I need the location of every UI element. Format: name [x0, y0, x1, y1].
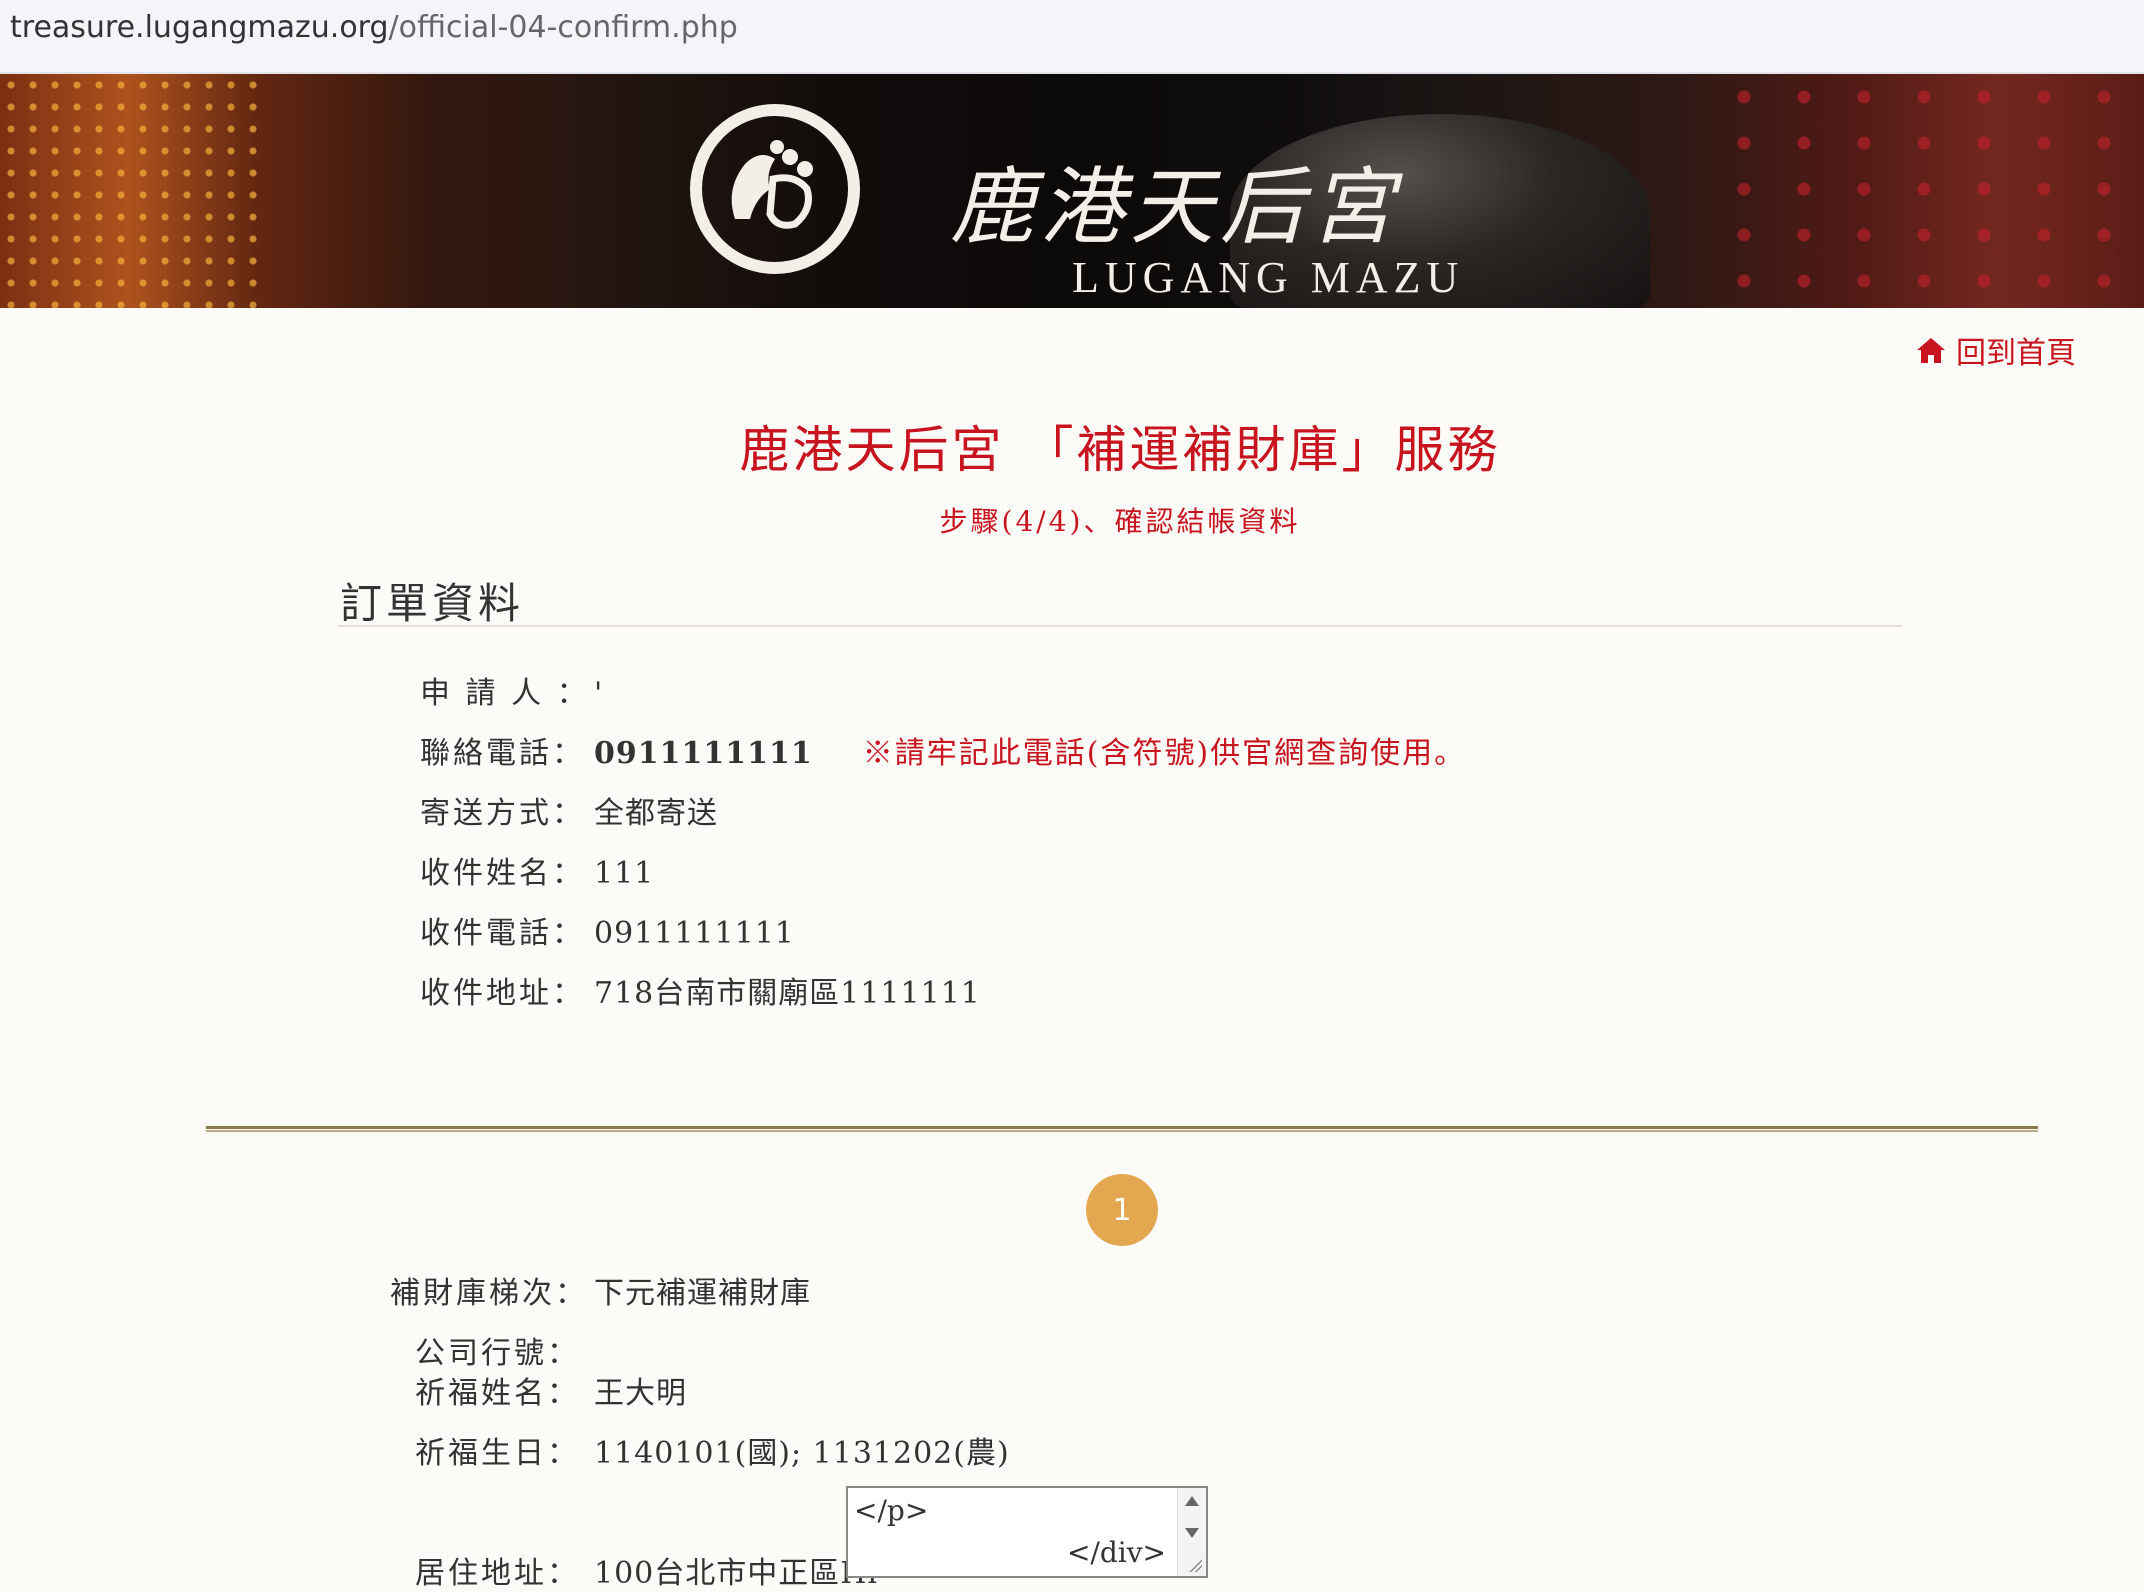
session-value: 下元補運補財庫: [594, 1276, 811, 1311]
home-link-label: 回到首頁: [1956, 336, 2076, 371]
textarea-line-1: </p>: [854, 1494, 929, 1527]
field-label: 補財庫梯次：: [390, 1276, 588, 1311]
banner-lanterns-left: [0, 74, 260, 308]
logo-english-text: LUGANG MAZU: [1072, 253, 1465, 302]
browser-address-bar[interactable]: treasure.lugangmazu.org/official-04-conf…: [0, 0, 2144, 74]
order-section-heading: 訂單資料: [340, 579, 525, 628]
field-label: 收件電話：: [420, 916, 585, 951]
url-text[interactable]: treasure.lugangmazu.org/official-04-conf…: [10, 10, 738, 45]
field-label: 收件地址：: [420, 976, 585, 1011]
section-divider: [338, 625, 1902, 627]
field-label: 居住地址：: [415, 1556, 580, 1591]
home-link[interactable]: 回到首頁: [1916, 328, 2076, 372]
page-title: 鹿港天后宮 「補運補財庫」服務: [739, 421, 1501, 479]
scroll-up-arrow-icon[interactable]: [1185, 1496, 1199, 1506]
recipient-name-value: 111: [594, 856, 655, 891]
birthday-value: 1140101(國); 1131202(農): [594, 1436, 1010, 1471]
home-icon: [1917, 338, 1945, 363]
birthday-row: 祈福生日： 1140101(國); 1131202(農): [390, 1428, 1010, 1472]
contact-phone-row: 聯絡電話： 0911111111 ※請牢記此電話(含符號)供官網查詢使用。: [420, 728, 1466, 772]
field-label: 祈福姓名：: [415, 1376, 580, 1411]
delivery-method-row: 寄送方式： 全都寄送: [420, 788, 718, 832]
url-path: /official-04-confirm.php: [388, 10, 738, 45]
applicant-row: 申 請 人 ： ': [420, 668, 603, 712]
step-indicator: 步驟(4/4)、確認結帳資料: [939, 505, 1301, 538]
field-label: 申 請 人 ：: [420, 676, 590, 711]
url-host: treasure.lugangmazu.org: [10, 10, 389, 45]
residence-address-value: 100台北市中正區Hi: [594, 1556, 879, 1591]
field-label: 寄送方式：: [420, 796, 585, 831]
recipient-name-row: 收件姓名： 111: [420, 848, 654, 892]
blessing-name-row: 祈福姓名： 王大明: [390, 1368, 687, 1412]
session-row: 補財庫梯次： 下元補運補財庫: [390, 1268, 811, 1312]
resize-grip-icon[interactable]: [1188, 1558, 1202, 1572]
recipient-address-row: 收件地址： 718台南市關廟區1111111: [420, 968, 981, 1012]
contact-phone-value: 0911111111: [594, 736, 813, 771]
injected-textarea[interactable]: </p> </div>: [846, 1486, 1208, 1578]
mazu-logo-icon: [690, 104, 860, 274]
site-banner: 鹿港天后宮 LUGANG MAZU: [0, 74, 2144, 308]
field-label: 收件姓名：: [420, 856, 585, 891]
recipient-phone-row: 收件電話： 0911111111: [420, 908, 795, 952]
residence-address-row: 居住地址： 100台北市中正區Hi: [390, 1548, 878, 1592]
field-label: 聯絡電話：: [420, 736, 585, 771]
applicant-value: ': [594, 676, 604, 711]
recipient-phone-value: 0911111111: [594, 916, 795, 951]
scroll-down-arrow-icon[interactable]: [1185, 1528, 1199, 1538]
company-row: 公司行號：: [390, 1328, 594, 1372]
blessing-name-value: 王大明: [594, 1376, 687, 1411]
field-label: 公司行號：: [415, 1336, 580, 1371]
item-number-badge: 1: [1086, 1174, 1158, 1246]
logo-chinese-text: 鹿港天后宮: [950, 158, 1401, 256]
delivery-method-value: 全都寄送: [594, 796, 718, 831]
banner-lanterns-right: [1714, 74, 2144, 308]
phone-reminder-note: ※請牢記此電話(含符號)供官網查詢使用。: [862, 736, 1467, 771]
field-label: 祈福生日：: [415, 1436, 580, 1471]
recipient-address-value: 718台南市關廟區1111111: [594, 976, 981, 1011]
textarea-line-2: </div>: [1066, 1536, 1166, 1569]
item-divider: [206, 1126, 2038, 1132]
